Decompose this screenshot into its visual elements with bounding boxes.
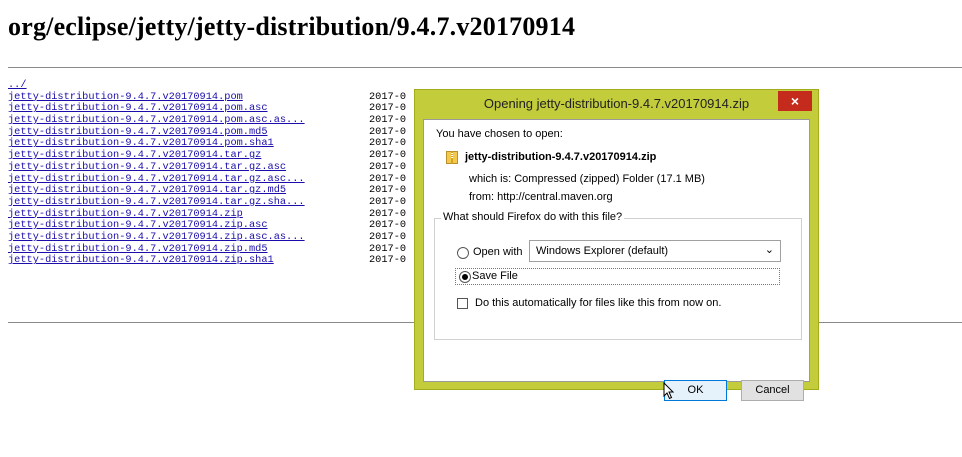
download-dialog: Opening jetty-distribution-9.4.7.v201709…: [414, 89, 819, 401]
file-link[interactable]: jetty-distribution-9.4.7.v20170914.tar.g…: [8, 196, 305, 208]
file-link[interactable]: jetty-distribution-9.4.7.v20170914.tar.g…: [8, 161, 286, 173]
file-link[interactable]: jetty-distribution-9.4.7.v20170914.zip.a…: [8, 231, 305, 243]
save-file-option[interactable]: Save File: [455, 268, 780, 285]
file-link[interactable]: jetty-distribution-9.4.7.v20170914.zip.m…: [8, 243, 268, 255]
file-name: jetty-distribution-9.4.7.v20170914.zip: [465, 151, 657, 163]
open-with-label[interactable]: Open with: [473, 246, 523, 258]
file-link[interactable]: jetty-distribution-9.4.7.v20170914.pom: [8, 91, 243, 103]
file-date: 2017-0: [369, 195, 407, 208]
file-type: which is: Compressed (zipped) Folder (17…: [469, 173, 705, 185]
action-question: What should Firefox do with this file?: [441, 211, 625, 223]
mouse-cursor-icon: [663, 382, 675, 400]
file-date: 2017-0: [369, 230, 407, 243]
chosen-label: You have chosen to open:: [436, 128, 563, 140]
auto-checkbox[interactable]: [457, 298, 468, 309]
open-with-value: Windows Explorer (default): [536, 245, 669, 257]
file-date: 2017-0: [369, 254, 407, 267]
zip-folder-icon: [446, 151, 458, 164]
top-divider: [8, 67, 962, 68]
file-link[interactable]: jetty-distribution-9.4.7.v20170914.tar.g…: [8, 149, 261, 161]
auto-label[interactable]: Do this automatically for files like thi…: [475, 297, 721, 309]
file-link[interactable]: jetty-distribution-9.4.7.v20170914.pom.m…: [8, 126, 268, 138]
file-link[interactable]: jetty-distribution-9.4.7.v20170914.pom.a…: [8, 102, 268, 115]
save-file-radio[interactable]: [459, 271, 471, 283]
chevron-down-icon: ⌄: [764, 244, 774, 256]
file-date: 2017-0: [369, 114, 407, 127]
file-link[interactable]: ../: [8, 79, 27, 91]
dialog-title: Opening jetty-distribution-9.4.7.v201709…: [483, 96, 750, 111]
file-link[interactable]: jetty-distribution-9.4.7.v20170914.pom.a…: [8, 114, 305, 126]
page-title: org/eclipse/jetty/jetty-distribution/9.4…: [8, 12, 576, 41]
file-link[interactable]: jetty-distribution-9.4.7.v20170914.zip.a…: [8, 219, 268, 231]
file-source: from: http://central.maven.org: [469, 191, 613, 203]
file-listing: ../jetty-distribution-9.4.7.v20170914.po…: [8, 79, 406, 267]
open-with-select[interactable]: Windows Explorer (default) ⌄: [529, 240, 781, 262]
file-link[interactable]: jetty-distribution-9.4.7.v20170914.zip: [8, 208, 243, 220]
dialog-body: You have chosen to open: jetty-distribut…: [423, 119, 810, 401]
open-with-radio[interactable]: [457, 247, 469, 259]
close-button[interactable]: ×: [778, 91, 812, 111]
file-link[interactable]: jetty-distribution-9.4.7.v20170914.zip.s…: [8, 254, 274, 266]
cancel-button[interactable]: Cancel: [741, 380, 804, 401]
list-item: jetty-distribution-9.4.7.v20170914.zip.s…: [8, 254, 406, 267]
save-file-label[interactable]: Save File: [472, 270, 518, 282]
file-link[interactable]: jetty-distribution-9.4.7.v20170914.tar.g…: [8, 173, 305, 185]
file-date: 2017-0: [369, 160, 407, 173]
action-group: What should Firefox do with this file? O…: [434, 211, 802, 340]
file-link[interactable]: jetty-distribution-9.4.7.v20170914.pom.s…: [8, 137, 274, 150]
file-link[interactable]: jetty-distribution-9.4.7.v20170914.tar.g…: [8, 184, 286, 196]
